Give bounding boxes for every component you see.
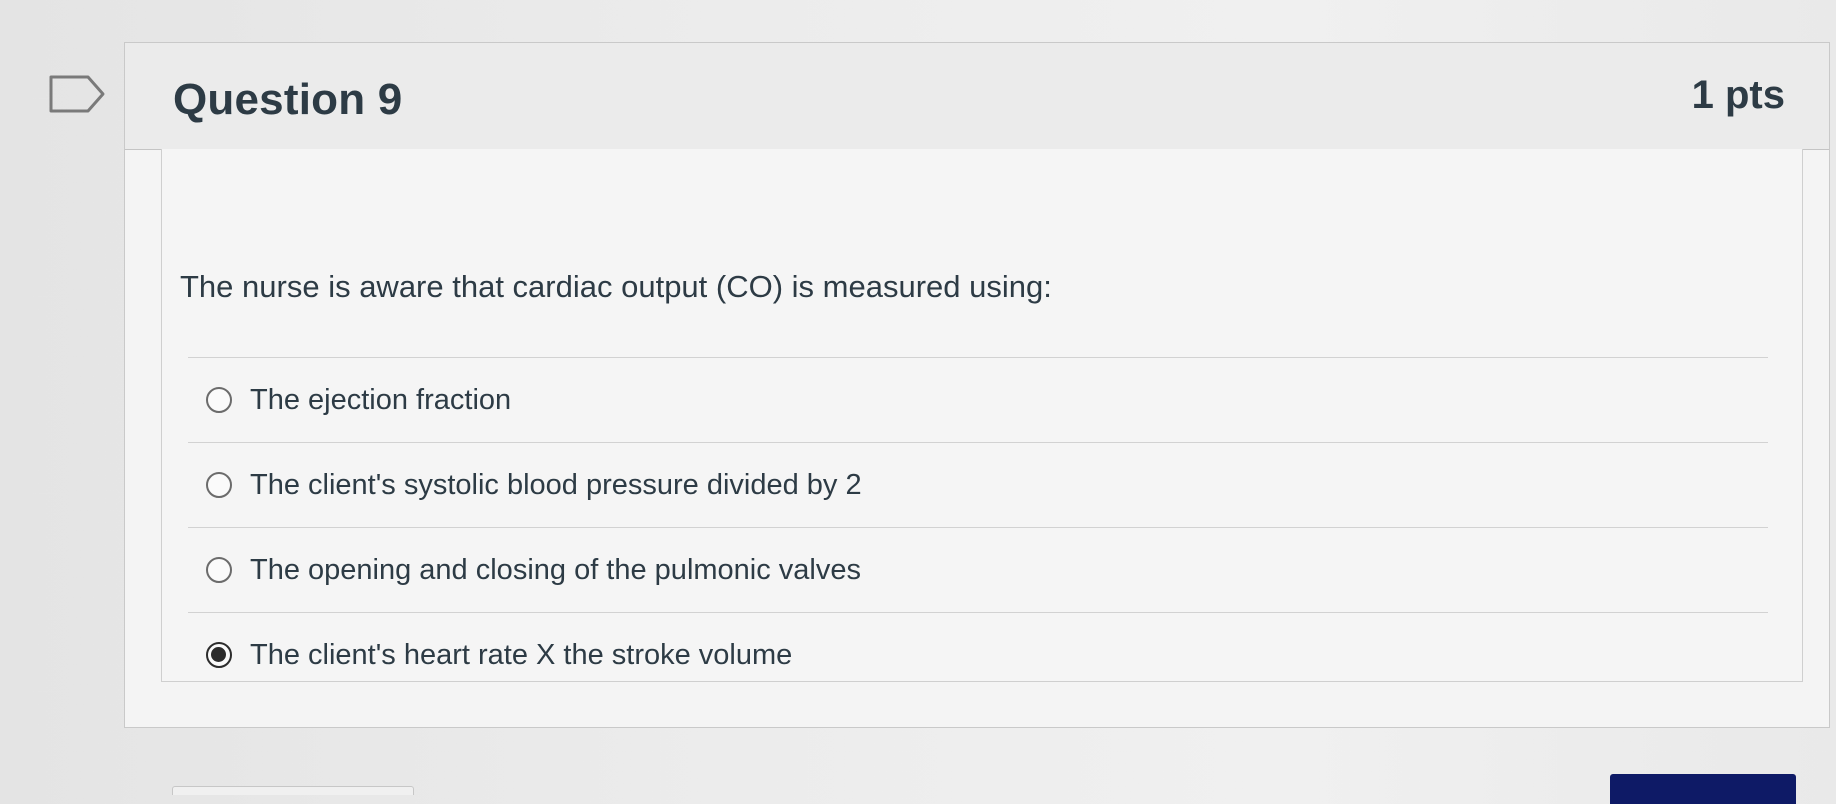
radio-button-selected[interactable] xyxy=(206,642,232,668)
next-button[interactable] xyxy=(1610,774,1796,804)
answer-label: The client's systolic blood pressure div… xyxy=(250,468,862,501)
answer-option-1[interactable]: The ejection fraction xyxy=(188,358,1768,442)
answer-label: The ejection fraction xyxy=(250,383,512,416)
radio-button[interactable] xyxy=(206,557,232,583)
question-body: The nurse is aware that cardiac output (… xyxy=(161,149,1803,682)
flag-question-icon[interactable] xyxy=(48,74,106,114)
radio-button[interactable] xyxy=(206,472,232,498)
question-card: Question 9 1 pts The nurse is aware that… xyxy=(124,42,1830,728)
answer-option-3[interactable]: The opening and closing of the pulmonic … xyxy=(188,528,1768,612)
answer-option-2[interactable]: The client's systolic blood pressure div… xyxy=(188,443,1768,527)
question-header: Question 9 1 pts xyxy=(125,43,1829,150)
answer-option-4[interactable]: The client's heart rate X the stroke vol… xyxy=(188,613,1768,697)
previous-button[interactable] xyxy=(172,786,414,795)
radio-button[interactable] xyxy=(206,387,232,413)
answer-label: The opening and closing of the pulmonic … xyxy=(250,553,861,586)
answer-label: The client's heart rate X the stroke vol… xyxy=(250,638,793,671)
answer-list: The ejection fraction The client's systo… xyxy=(188,357,1768,697)
question-points: 1 pts xyxy=(1691,73,1785,117)
question-text: The nurse is aware that cardiac output (… xyxy=(180,269,1052,304)
question-title: Question 9 xyxy=(173,75,403,124)
